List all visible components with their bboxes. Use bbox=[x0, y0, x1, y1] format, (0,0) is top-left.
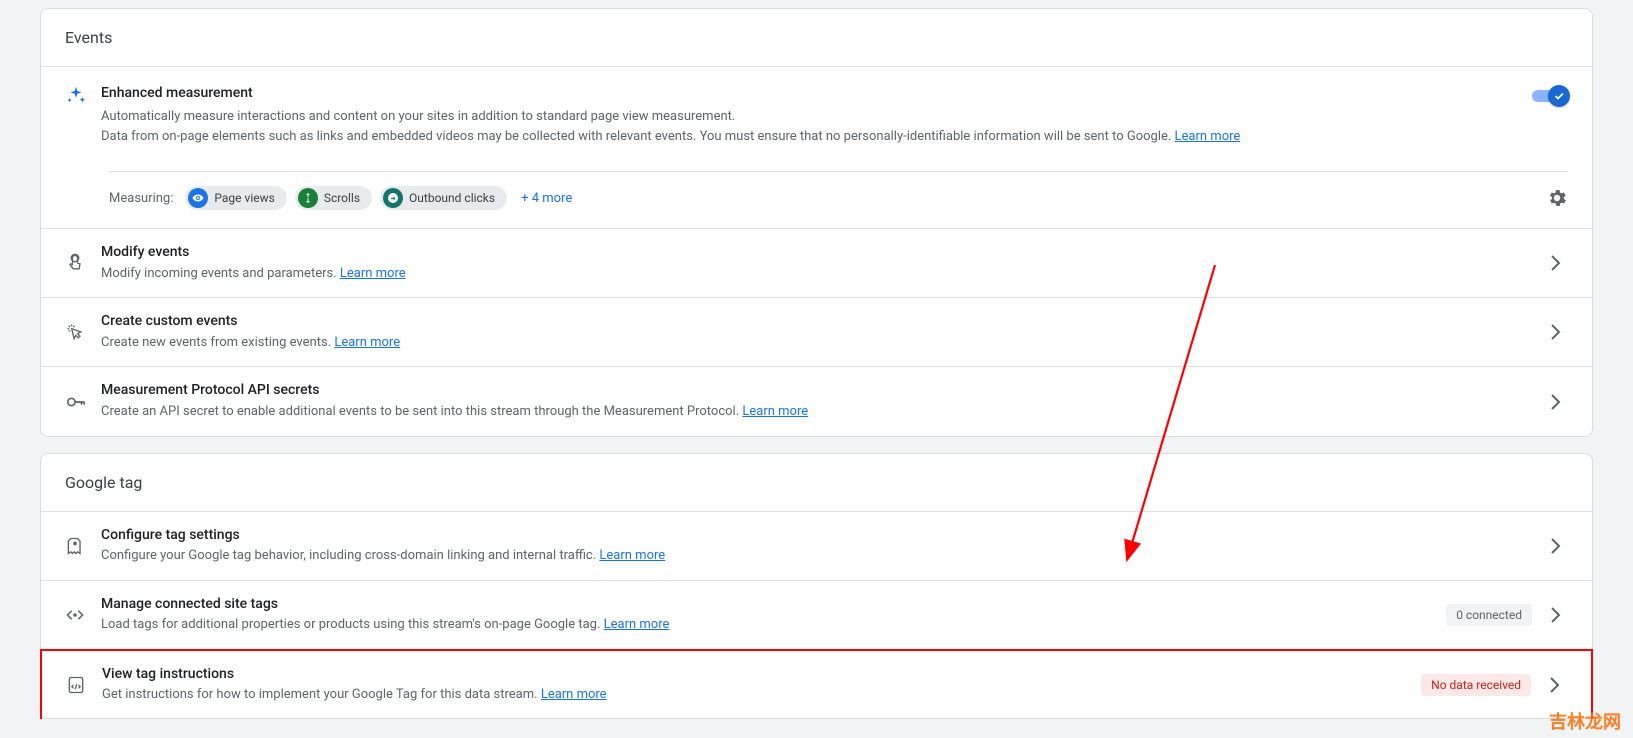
configure-sub: Configure your Google tag behavior, incl… bbox=[101, 546, 1528, 566]
connected-count-badge: 0 connected bbox=[1446, 604, 1532, 626]
custom-events-sub: Create new events from existing events. … bbox=[101, 333, 1528, 353]
outbound-icon bbox=[383, 188, 403, 208]
chevron-right-icon bbox=[1543, 673, 1567, 697]
chevron-right-icon bbox=[1544, 251, 1568, 275]
touch-icon bbox=[65, 253, 101, 273]
view-title: View tag instructions bbox=[102, 665, 1405, 685]
modify-events-row[interactable]: Modify events Modify incoming events and… bbox=[41, 228, 1592, 298]
enhanced-desc: Automatically measure interactions and c… bbox=[101, 107, 1516, 147]
mp-sub: Create an API secret to enable additiona… bbox=[101, 402, 1528, 422]
enhanced-measurement-section: Enhanced measurement Automatically measu… bbox=[41, 67, 1592, 228]
more-measurements-link[interactable]: + 4 more bbox=[521, 191, 572, 206]
connected-tags-row[interactable]: Manage connected site tags Load tags for… bbox=[41, 581, 1592, 650]
configure-title: Configure tag settings bbox=[101, 526, 1528, 546]
modify-events-sub: Modify incoming events and parameters. L… bbox=[101, 264, 1528, 284]
instructions-icon bbox=[66, 675, 102, 695]
chevron-right-icon bbox=[1544, 320, 1568, 344]
scroll-icon bbox=[298, 188, 318, 208]
modify-learn-more[interactable]: Learn more bbox=[340, 266, 406, 281]
sparkle-icon bbox=[65, 85, 101, 107]
custom-events-title: Create custom events bbox=[101, 312, 1528, 332]
tag-icon bbox=[65, 536, 101, 556]
custom-learn-more[interactable]: Learn more bbox=[334, 335, 400, 350]
create-custom-events-row[interactable]: Create custom events Create new events f… bbox=[41, 298, 1592, 367]
events-card: Events Enhanced measurement Automaticall… bbox=[40, 8, 1593, 437]
key-icon bbox=[65, 391, 101, 413]
chevron-right-icon bbox=[1544, 603, 1568, 627]
chevron-right-icon bbox=[1544, 390, 1568, 414]
events-header: Events bbox=[41, 9, 1592, 67]
connected-learn-more[interactable]: Learn more bbox=[604, 617, 670, 632]
connected-sub: Load tags for additional properties or p… bbox=[101, 615, 1430, 635]
view-sub: Get instructions for how to implement yo… bbox=[102, 685, 1405, 705]
configure-learn-more[interactable]: Learn more bbox=[599, 548, 665, 563]
chip-outbound: Outbound clicks bbox=[380, 186, 507, 210]
google-tag-header: Google tag bbox=[41, 454, 1592, 512]
configure-tag-row[interactable]: Configure tag settings Configure your Go… bbox=[41, 512, 1592, 581]
modify-events-title: Modify events bbox=[101, 243, 1528, 263]
gear-icon[interactable] bbox=[1546, 187, 1568, 209]
connected-title: Manage connected site tags bbox=[101, 595, 1430, 615]
mp-learn-more[interactable]: Learn more bbox=[742, 404, 808, 419]
eye-icon bbox=[188, 188, 208, 208]
enhanced-title: Enhanced measurement bbox=[101, 85, 1516, 101]
chip-scrolls: Scrolls bbox=[295, 186, 372, 210]
mp-title: Measurement Protocol API secrets bbox=[101, 381, 1528, 401]
measuring-label: Measuring: bbox=[109, 191, 173, 206]
chevron-right-icon bbox=[1544, 534, 1568, 558]
code-icon bbox=[65, 605, 101, 625]
measuring-row: Measuring: Page views Scrolls bbox=[41, 172, 1592, 228]
enhanced-toggle[interactable] bbox=[1532, 85, 1568, 107]
view-tag-instructions-row[interactable]: View tag instructions Get instructions f… bbox=[40, 649, 1593, 719]
no-data-badge: No data received bbox=[1421, 674, 1531, 696]
measurement-protocol-row[interactable]: Measurement Protocol API secrets Create … bbox=[41, 367, 1592, 435]
view-learn-more[interactable]: Learn more bbox=[541, 687, 607, 702]
enhanced-learn-more[interactable]: Learn more bbox=[1175, 129, 1241, 144]
cursor-click-icon bbox=[65, 322, 101, 342]
chip-page-views: Page views bbox=[185, 186, 286, 210]
google-tag-card: Google tag Configure tag settings Config… bbox=[40, 453, 1593, 719]
